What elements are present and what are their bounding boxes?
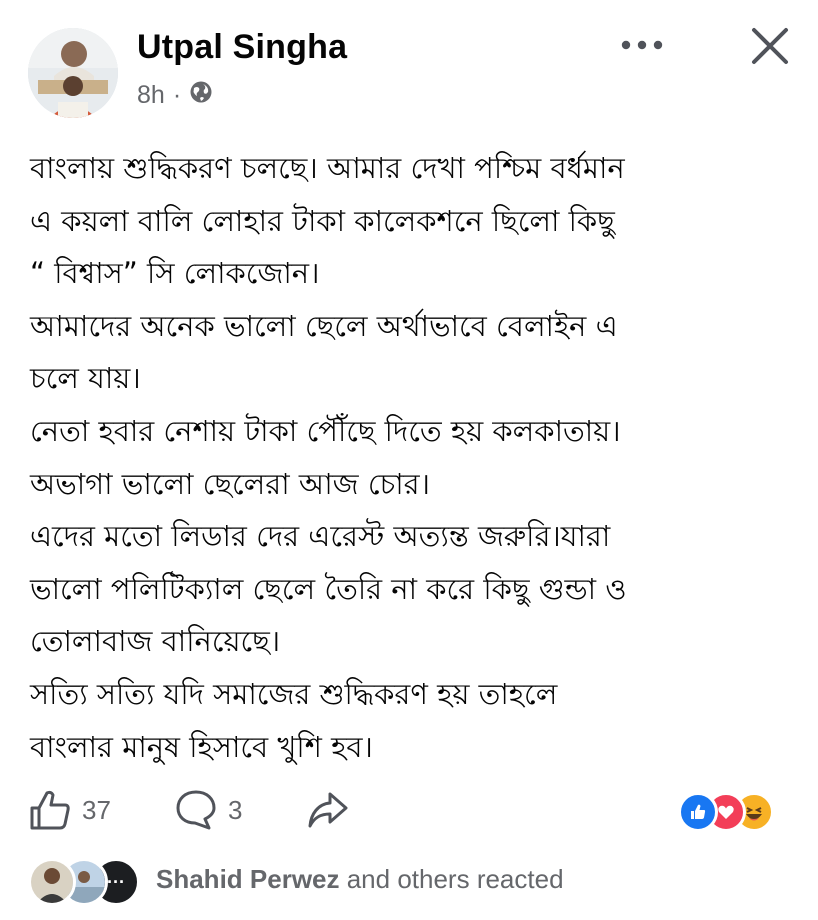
share-button[interactable]: [306, 780, 350, 840]
post-line: চলে যায়।: [30, 361, 141, 396]
post-line: সত্যি সত্যি যদি সমাজের শুদ্ধিকরণ হয় তাহ…: [30, 676, 558, 711]
post-line: নেতা হবার নেশায় টাকা পৌঁছে দিতে হয় কলক…: [30, 413, 621, 448]
post-line: আমাদের অনেক ভালো ছেলে অর্থাভাবে বেলাইন এ: [30, 308, 618, 343]
globe-icon: [189, 80, 213, 111]
close-icon: [752, 28, 788, 64]
more-reactors-label: ···: [107, 872, 125, 892]
post-line: এ কয়লা বালি লোহার টাকা কালেকশনে ছিলো কি…: [30, 203, 615, 238]
like-reaction-icon: [678, 792, 718, 832]
more-icon: [621, 40, 663, 50]
comment-count: 3: [228, 794, 243, 825]
reaction-summary[interactable]: [678, 788, 788, 832]
post-line: এদের মতো লিডার দের এরেস্ট অত্যন্ত জরুরি।…: [30, 519, 611, 554]
post-line: বাংলার মানুষ হিসাবে খুশি হব।: [30, 729, 373, 764]
like-count: 37: [82, 794, 111, 825]
post-line: “ বিশ্বাস” সি লোকজোন।: [30, 256, 320, 291]
close-button[interactable]: [746, 22, 794, 70]
more-options-button[interactable]: [612, 30, 672, 60]
post-meta: 8h ·: [137, 80, 213, 111]
like-button[interactable]: 37: [28, 780, 111, 840]
post-text: বাংলায় শুদ্ধিকরণ চলছে। আমার দেখা পশ্চিম…: [30, 142, 800, 773]
reactor-name: Shahid Perwez: [156, 864, 340, 894]
post-line: তোলাবাজ বানিয়েছে।: [30, 624, 281, 659]
author-name[interactable]: Utpal Singha: [137, 28, 347, 67]
post-line: ভালো পলিটিক্যাল ছেলে তৈরি না করে কিছু গু…: [30, 571, 627, 606]
comment-icon: [176, 790, 216, 830]
reacted-row[interactable]: ··· Shahid Perwez and others reacted: [28, 856, 788, 910]
meta-separator: ·: [172, 81, 182, 109]
post-time[interactable]: 8h: [137, 81, 165, 110]
thumbs-up-icon: [30, 790, 70, 830]
post-line: বাংলায় শুদ্ধিকরণ চলছে। আমার দেখা পশ্চিম…: [30, 151, 625, 185]
author-avatar[interactable]: [28, 28, 118, 118]
reacted-summary-text[interactable]: Shahid Perwez and others reacted: [156, 864, 564, 895]
comment-button[interactable]: 3: [174, 780, 242, 840]
reactor-avatar: [28, 858, 76, 906]
reacted-suffix: and others reacted: [339, 864, 564, 894]
post-header: Utpal Singha 8h ·: [0, 0, 818, 125]
share-icon: [308, 792, 348, 828]
post-line: অভাগা ভালো ছেলেরা আজ চোর।: [30, 466, 430, 501]
